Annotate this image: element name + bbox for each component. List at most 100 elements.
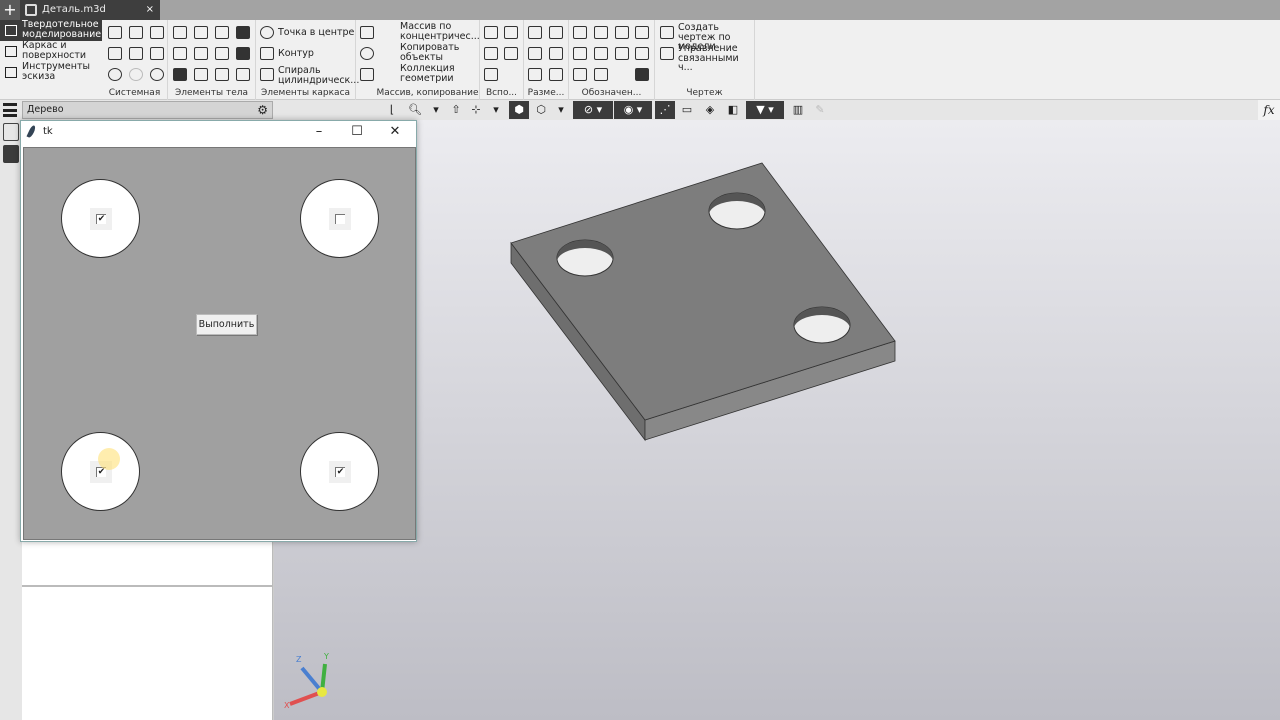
offset-plane-icon[interactable] [484, 47, 498, 60]
menu-icon[interactable] [3, 103, 17, 117]
hole-icon[interactable] [215, 68, 229, 81]
point-array-icon[interactable] [360, 47, 374, 60]
hole[interactable] [708, 192, 766, 230]
panel-splitter[interactable] [22, 585, 273, 587]
axis-icon[interactable] [504, 26, 518, 39]
array-icon[interactable] [360, 26, 374, 39]
hide-icon[interactable]: ⊘ ▾ [573, 101, 613, 119]
mode-sketch[interactable]: Инструменты эскиза [0, 62, 102, 83]
thin-icon[interactable] [215, 47, 229, 60]
open-folder-icon[interactable] [129, 26, 143, 39]
plate-top-face[interactable] [510, 162, 896, 421]
chamfer-icon[interactable] [194, 68, 208, 81]
new-tab-button[interactable]: + [0, 0, 20, 20]
mirror-icon[interactable] [360, 68, 374, 81]
datum-icon[interactable] [573, 47, 587, 60]
save-icon[interactable] [150, 26, 164, 39]
chevron-down-icon[interactable]: ▾ [551, 101, 571, 119]
checkbox-box[interactable] [335, 214, 345, 224]
copy-objects-button[interactable]: Копировать объекты [400, 43, 470, 62]
roughness-icon[interactable] [615, 26, 629, 39]
eye-icon[interactable] [150, 68, 164, 81]
close-tab-button[interactable]: × [146, 0, 154, 20]
layers-icon[interactable]: ◧ [723, 101, 743, 119]
position-icon[interactable] [573, 68, 587, 81]
chevron-down-icon[interactable]: ▾ [426, 101, 446, 119]
tree-icon[interactable] [3, 145, 19, 163]
plane-icon[interactable] [484, 26, 498, 39]
mark-icon[interactable] [635, 47, 649, 60]
checkbox-top-left[interactable]: ✔ [90, 208, 112, 230]
base-icon[interactable] [615, 47, 629, 60]
redo-icon[interactable] [129, 68, 143, 81]
checkbox-box[interactable]: ✔ [96, 214, 106, 224]
section-icon[interactable]: ▭ [677, 101, 697, 119]
axes-icon[interactable]: ⊹ [466, 101, 486, 119]
new-file-icon[interactable] [108, 26, 122, 39]
snap-icon[interactable]: ⋰ [655, 101, 675, 119]
dim-settings-icon[interactable] [549, 68, 563, 81]
point-icon[interactable] [484, 68, 498, 81]
contour-button[interactable]: Контур [278, 49, 314, 59]
shaded-mode-icon[interactable]: ⬢ [509, 101, 529, 119]
copy-body-icon[interactable] [236, 68, 250, 81]
shell-icon[interactable] [173, 47, 187, 60]
3d-viewport[interactable]: X Z Y [274, 120, 1280, 720]
minimize-button[interactable]: – [300, 121, 338, 143]
tk-title-bar[interactable]: tk – ☐ ✕ [21, 121, 416, 143]
extrude-icon[interactable] [173, 26, 187, 39]
close-button[interactable]: ✕ [376, 121, 414, 143]
undo-icon[interactable] [108, 68, 122, 81]
group-caption[interactable]: Элементы тела [168, 88, 255, 98]
save-as-icon[interactable] [150, 47, 164, 60]
linked-drawings-button[interactable]: Управление связанными ч... [678, 44, 756, 73]
render-icon[interactable]: ◈ [700, 101, 720, 119]
group-caption[interactable]: Элементы каркаса [256, 88, 355, 98]
hole[interactable] [556, 239, 614, 277]
gear-icon[interactable]: ⚙ [257, 102, 268, 118]
formula-button[interactable]: fx [1258, 100, 1280, 120]
checkbox-box[interactable]: ✔ [335, 467, 345, 477]
zoom-icon[interactable]: 🔍︎ [405, 101, 425, 119]
run-button[interactable]: Выполнить [196, 314, 257, 335]
print-icon[interactable] [108, 47, 122, 60]
tolerance-icon[interactable] [594, 47, 608, 60]
boolean-icon[interactable] [236, 26, 250, 39]
sketch-orientation-icon[interactable]: ⌊ [382, 101, 402, 119]
spiral-button[interactable]: Спираль цилиндрическ... [278, 66, 359, 85]
hole[interactable] [793, 306, 851, 344]
picker-icon[interactable]: ✎ [810, 101, 830, 119]
thread-icon[interactable] [594, 26, 608, 39]
concentric-array-button[interactable]: Массив по концентричес... [400, 22, 480, 41]
mode-surfaces[interactable]: Каркас и поверхности [0, 41, 102, 62]
filter-icon[interactable]: ▼ ▾ [746, 101, 784, 119]
document-tab[interactable]: Деталь.m3d × [20, 0, 160, 20]
other-icon[interactable] [635, 68, 649, 81]
diam-dim-icon[interactable] [549, 47, 563, 60]
geometry-collection-button[interactable]: Коллекция геометрии [400, 64, 470, 83]
revolve-icon[interactable] [215, 26, 229, 39]
center-point-button[interactable]: Точка в центре [278, 28, 354, 38]
lcs-icon[interactable] [504, 47, 518, 60]
chevron-down-icon[interactable]: ▾ [486, 101, 506, 119]
help-mark-icon[interactable] [635, 26, 649, 39]
measure-icon[interactable]: ▥ [788, 101, 808, 119]
checkbox-bottom-right[interactable]: ✔ [329, 461, 351, 483]
solid-icon[interactable] [236, 47, 250, 60]
angle-dim-icon[interactable] [528, 47, 542, 60]
properties-icon[interactable] [3, 123, 19, 141]
visibility-icon[interactable]: ◉ ▾ [614, 101, 652, 119]
view-orientation-icon[interactable]: ⇧ [446, 101, 466, 119]
rib-icon[interactable] [194, 47, 208, 60]
linear-dim-icon[interactable] [528, 26, 542, 39]
wireframe-mode-icon[interactable]: ⬡ [531, 101, 551, 119]
maximize-button[interactable]: ☐ [338, 121, 376, 143]
auto-dim-icon[interactable] [528, 68, 542, 81]
mode-solid[interactable]: Твердотельное моделирование [0, 20, 102, 41]
checkbox-top-right[interactable] [329, 208, 351, 230]
fillet-icon[interactable] [173, 68, 187, 81]
leader-icon[interactable] [573, 26, 587, 39]
preview-icon[interactable] [129, 47, 143, 60]
radial-dim-icon[interactable] [549, 26, 563, 39]
cut-icon[interactable] [194, 26, 208, 39]
